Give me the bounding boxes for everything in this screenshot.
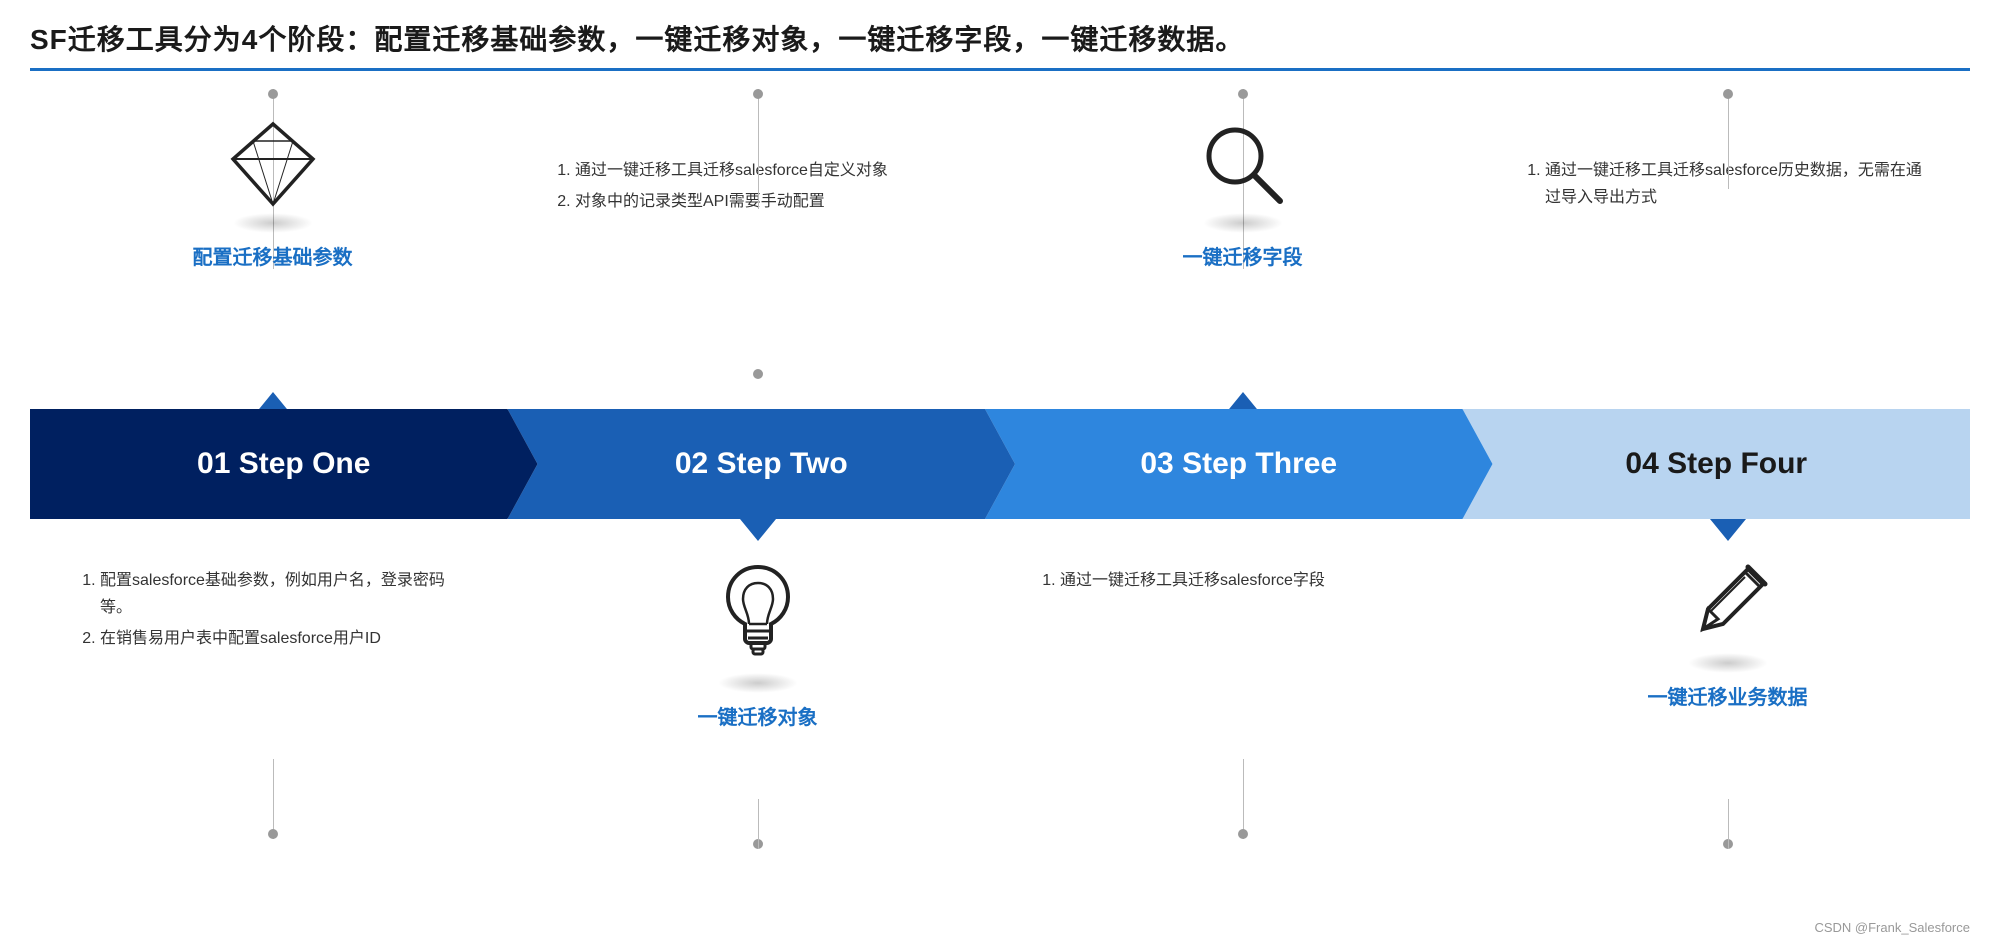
step-two: 02 Step Two [508,409,1016,519]
dot-2-bottom [753,369,763,379]
info-box-3-bottom: 通过一键迁移工具迁移salesforce字段 [1020,559,1345,606]
title-underline [30,68,1970,71]
v-line-2-top [758,89,760,209]
dot-3-bottom-2 [1238,829,1248,839]
diamond-shadow [233,213,313,233]
page-title: SF迁移工具分为4个阶段：配置迁移基础参数，一键迁移对象，一键迁移字段，一键迁移… [30,18,1970,58]
magnifier-label: 一键迁移字段 [1183,241,1303,270]
dot-2-top [753,89,763,99]
top-col-1: 配置迁移基础参数 [30,89,515,409]
magnifier-shadow [1203,213,1283,233]
step-three: 03 Step Three [985,409,1493,519]
pencil-icon-group: 一键迁移业务数据 [1648,559,1808,710]
lightbulb-icon [713,559,803,669]
step-four: 04 Step Four [1463,409,1971,519]
top-area: 配置迁移基础参数 通过一键迁移工具迁移salesforce自定义对象 对象中的记… [30,89,1970,409]
arrow-down-2 [740,519,776,541]
diamond-icon-group: 配置迁移基础参数 [193,119,353,270]
dot-4-top [1723,89,1733,99]
bottom-col-1: 配置salesforce基础参数，例如用户名，登录密码等。 在销售易用户表中配置… [30,519,515,899]
magnifier-icon-group: 一键迁移字段 [1183,119,1303,270]
bottom-col-2: 一键迁移对象 [515,519,1000,899]
main-container: SF迁移工具分为4个阶段：配置迁移基础参数，一键迁移对象，一键迁移字段，一键迁移… [0,0,2000,947]
v-line-1-bottom [273,759,275,839]
bottom-col-4: 一键迁移业务数据 [1485,519,1970,899]
v-line-4-bottom [1728,799,1730,849]
top-col-4: 通过一键迁移工具迁移salesforce历史数据，无需在通过导入导出方式 [1485,89,1970,409]
info-box-2-top: 通过一键迁移工具迁移salesforce自定义对象 对象中的记录类型API需要手… [535,149,908,227]
arrow-down-4 [1710,519,1746,541]
bottom-col-3: 通过一键迁移工具迁移salesforce字段 [1000,519,1485,899]
dot-1-top [268,89,278,99]
lightbulb-label: 一键迁移对象 [698,701,818,730]
dot-1-bottom-2 [268,829,278,839]
magnifier-icon [1198,119,1288,209]
v-line-3-bottom [1243,759,1245,839]
pencil-icon [1683,559,1773,649]
pencil-shadow [1688,653,1768,673]
info-box-1-bottom: 配置salesforce基础参数，例如用户名，登录密码等。 在销售易用户表中配置… [60,559,495,665]
v-line-2-bottom [758,799,760,849]
step-one: 01 Step One [30,409,538,519]
top-col-3: 一键迁移字段 [1000,89,1485,409]
v-line-4-top [1728,89,1730,189]
diamond-label: 配置迁移基础参数 [193,241,353,270]
steps-row: 01 Step One 02 Step Two 03 Step Three 04… [30,409,1970,519]
dot-3-top [1238,89,1248,99]
lightbulb-icon-group: 一键迁移对象 [698,559,818,730]
top-col-2: 通过一键迁移工具迁移salesforce自定义对象 对象中的记录类型API需要手… [515,89,1000,409]
lightbulb-shadow [718,673,798,693]
diamond-icon [228,119,318,209]
watermark: CSDN @Frank_Salesforce [1814,920,1970,935]
pencil-label: 一键迁移业务数据 [1648,681,1808,710]
bottom-area: 配置salesforce基础参数，例如用户名，登录密码等。 在销售易用户表中配置… [30,519,1970,899]
